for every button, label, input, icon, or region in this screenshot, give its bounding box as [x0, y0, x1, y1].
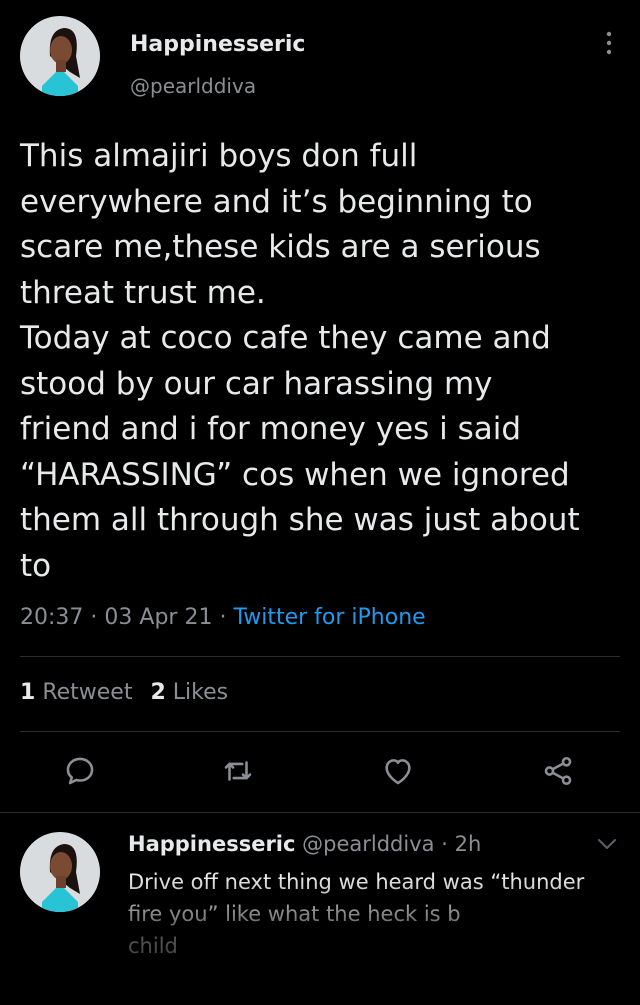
action-bar: [0, 754, 640, 794]
reply-handle[interactable]: @pearlddiva: [302, 832, 434, 856]
tweet-stats: 1 Retweet 2 Likes: [20, 680, 228, 705]
tweet-source-link[interactable]: Twitter for iPhone: [233, 605, 425, 630]
chevron-down-icon[interactable]: [596, 836, 618, 856]
tweet-text: This almajiri boys don full everywhere a…: [20, 138, 580, 584]
meta-separator: ·: [90, 605, 105, 630]
tweet-date: 03 Apr 21: [104, 605, 213, 630]
avatar-image: [20, 832, 100, 912]
divider: [0, 812, 640, 813]
meta-separator: ·: [441, 832, 455, 856]
likes-count: 2: [150, 680, 166, 705]
reply-age: 2h: [454, 832, 482, 856]
meta-separator: ·: [219, 605, 234, 630]
share-icon[interactable]: [541, 754, 581, 794]
display-name[interactable]: Happinesseric: [130, 32, 305, 57]
retweets-label: Retweet: [42, 680, 133, 705]
divider: [20, 656, 620, 657]
likes-label: Likes: [172, 680, 229, 705]
reply-icon[interactable]: [63, 754, 103, 794]
tweet-meta: 20:37 · 03 Apr 21 · Twitter for iPhone: [20, 605, 426, 630]
avatar[interactable]: [20, 16, 100, 96]
retweet-icon[interactable]: [221, 754, 261, 794]
reply-display-name[interactable]: Happinesseric: [128, 832, 295, 856]
retweets-stat[interactable]: 1 Retweet: [20, 680, 132, 705]
avatar-image: [20, 16, 100, 96]
tweet-time: 20:37: [20, 605, 84, 630]
reply-text: Drive off next thing we heard was “thund…: [128, 870, 585, 958]
reply-header: Happinesseric @pearlddiva · 2h: [128, 832, 481, 856]
more-icon[interactable]: [604, 30, 614, 56]
divider: [20, 731, 620, 732]
retweets-count: 1: [20, 680, 36, 705]
user-handle[interactable]: @pearlddiva: [130, 74, 256, 98]
likes-stat[interactable]: 2 Likes: [150, 680, 228, 705]
like-icon[interactable]: [381, 754, 421, 794]
reply-avatar[interactable]: [20, 832, 100, 912]
